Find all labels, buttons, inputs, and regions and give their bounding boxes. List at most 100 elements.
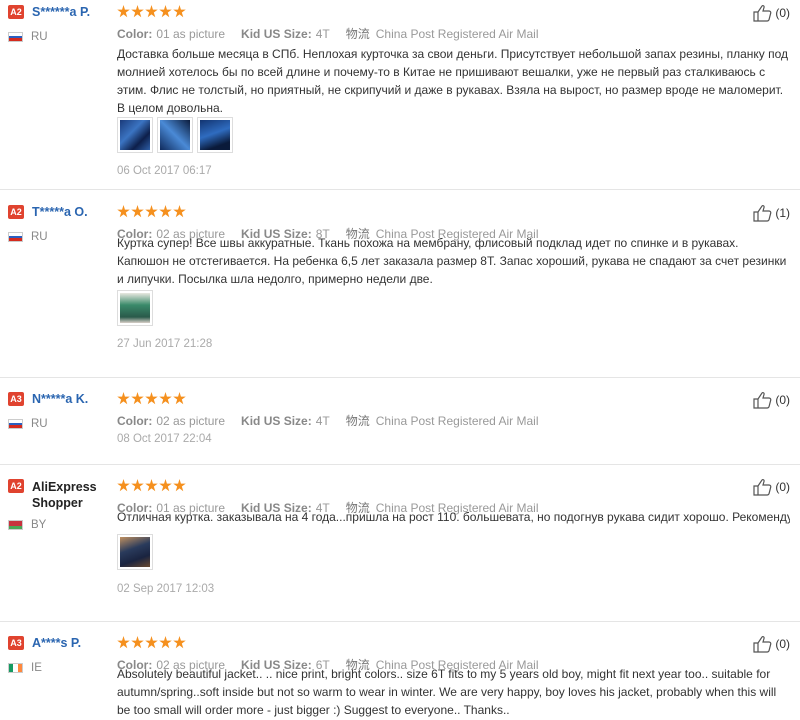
color-label: Color:: [117, 414, 153, 428]
review-photo[interactable]: [117, 290, 153, 326]
star-icon: [131, 5, 144, 18]
thumbs-up-icon: [753, 5, 772, 22]
review-text: Отличная куртка. заказывала на 4 года...…: [117, 510, 790, 524]
review-photos: [117, 290, 153, 326]
shipping-method: China Post Registered Air Mail: [375, 414, 539, 428]
star-icon: [159, 5, 172, 18]
belarus-flag-icon: [8, 520, 23, 530]
rating-stars: [117, 205, 790, 219]
review-item: A2 S******a P. RU Color: 01 as picture Kid…: [0, 0, 800, 190]
reviewer-country: BY: [8, 519, 46, 531]
color-value: 01 as picture: [156, 27, 226, 41]
review-photo[interactable]: [117, 117, 153, 153]
thumbs-up-icon: [753, 479, 772, 496]
star-icon: [117, 392, 130, 405]
star-icon: [145, 5, 158, 18]
reviewer-country: RU: [8, 231, 48, 243]
review-photo[interactable]: [197, 117, 233, 153]
review-photo[interactable]: [157, 117, 193, 153]
reviewer-name[interactable]: N*****a K.: [32, 392, 88, 406]
star-icon: [117, 636, 130, 649]
thumbs-up-icon: [753, 636, 772, 653]
review-text: Доставка больше месяца в СПб. Неплохая к…: [117, 47, 789, 115]
helpful-count: (0): [775, 637, 790, 651]
country-code: BY: [31, 519, 47, 531]
size-label: Kid US Size:: [241, 27, 312, 41]
country-code: RU: [31, 31, 48, 43]
order-attributes: Color: 01 as picture Kid US Size: 4T 物流 China…: [117, 25, 539, 42]
review-date: 08 Oct 2017 22:04: [117, 433, 212, 445]
reviewer-name[interactable]: S******a P.: [32, 5, 90, 19]
review-item: A2 AliExpress Shopper BY Color: 01 as pic…: [0, 465, 800, 622]
buyer-level-badge: A2: [8, 5, 24, 19]
size-value: 4T: [315, 27, 330, 41]
buyer-level-badge: A3: [8, 636, 24, 650]
rating-stars: [117, 392, 790, 406]
helpful-count: (0): [775, 480, 790, 494]
star-icon: [131, 479, 144, 492]
review-date: 06 Oct 2017 06:17: [117, 165, 212, 177]
star-icon: [131, 636, 144, 649]
star-icon: [145, 205, 158, 218]
reviewer-name[interactable]: A****s P.: [32, 636, 81, 650]
reviewer-country: RU: [8, 31, 48, 43]
reviewer-country: RU: [8, 418, 48, 430]
reviewer-name[interactable]: T*****a O.: [32, 205, 88, 219]
rating-stars: [117, 636, 790, 650]
logistics-icon: 物流: [345, 414, 370, 428]
review-item: A3 A****s P. IE Color: 02 as picture Kid U…: [0, 622, 800, 720]
review-photos: [117, 534, 153, 570]
logistics-icon: 物流: [345, 27, 370, 41]
rating-stars: [117, 479, 790, 493]
reviewer-name[interactable]: AliExpress Shopper: [32, 479, 122, 511]
russia-flag-icon: [8, 232, 23, 242]
russia-flag-icon: [8, 32, 23, 42]
helpful-button[interactable]: (0): [753, 635, 790, 653]
russia-flag-icon: [8, 419, 23, 429]
star-icon: [117, 205, 130, 218]
star-icon: [173, 5, 186, 18]
star-icon: [145, 636, 158, 649]
star-icon: [173, 392, 186, 405]
country-code: RU: [31, 231, 48, 243]
review-item: A2 T*****a O. RU Color: 02 as picture Kid …: [0, 190, 800, 378]
review-item: A3 N*****a K. RU Color: 02 as picture Kid …: [0, 378, 800, 465]
star-icon: [159, 392, 172, 405]
buyer-level-badge: A2: [8, 479, 24, 493]
star-icon: [145, 479, 158, 492]
order-attributes: Color: 02 as picture Kid US Size: 4T 物流 China…: [117, 412, 539, 429]
shipping-method: China Post Registered Air Mail: [375, 27, 539, 41]
star-icon: [173, 479, 186, 492]
rating-stars: [117, 5, 790, 19]
star-icon: [173, 636, 186, 649]
buyer-level-badge: A2: [8, 205, 24, 219]
review-date: 27 Jun 2017 21:28: [117, 338, 213, 350]
star-icon: [173, 205, 186, 218]
star-icon: [159, 479, 172, 492]
thumbs-up-icon: [753, 392, 772, 409]
size-value: 4T: [315, 414, 330, 428]
helpful-count: (1): [775, 206, 790, 220]
helpful-button[interactable]: (0): [753, 478, 790, 496]
ireland-flag-icon: [8, 663, 23, 673]
helpful-button[interactable]: (1): [753, 204, 790, 222]
star-icon: [159, 636, 172, 649]
helpful-count: (0): [775, 393, 790, 407]
buyer-level-badge: A3: [8, 392, 24, 406]
star-icon: [117, 5, 130, 18]
review-photos: [117, 117, 233, 153]
helpful-count: (0): [775, 6, 790, 20]
thumbs-up-icon: [753, 205, 772, 222]
star-icon: [131, 392, 144, 405]
color-label: Color:: [117, 27, 153, 41]
review-text: Куртка супер! Все швы аккуратные. Ткань …: [117, 236, 787, 286]
star-icon: [145, 392, 158, 405]
review-photo[interactable]: [117, 534, 153, 570]
star-icon: [159, 205, 172, 218]
helpful-button[interactable]: (0): [753, 391, 790, 409]
review-date: 02 Sep 2017 12:03: [117, 583, 215, 595]
country-code: IE: [31, 662, 42, 674]
country-code: RU: [31, 418, 48, 430]
color-value: 02 as picture: [156, 414, 226, 428]
helpful-button[interactable]: (0): [753, 4, 790, 22]
